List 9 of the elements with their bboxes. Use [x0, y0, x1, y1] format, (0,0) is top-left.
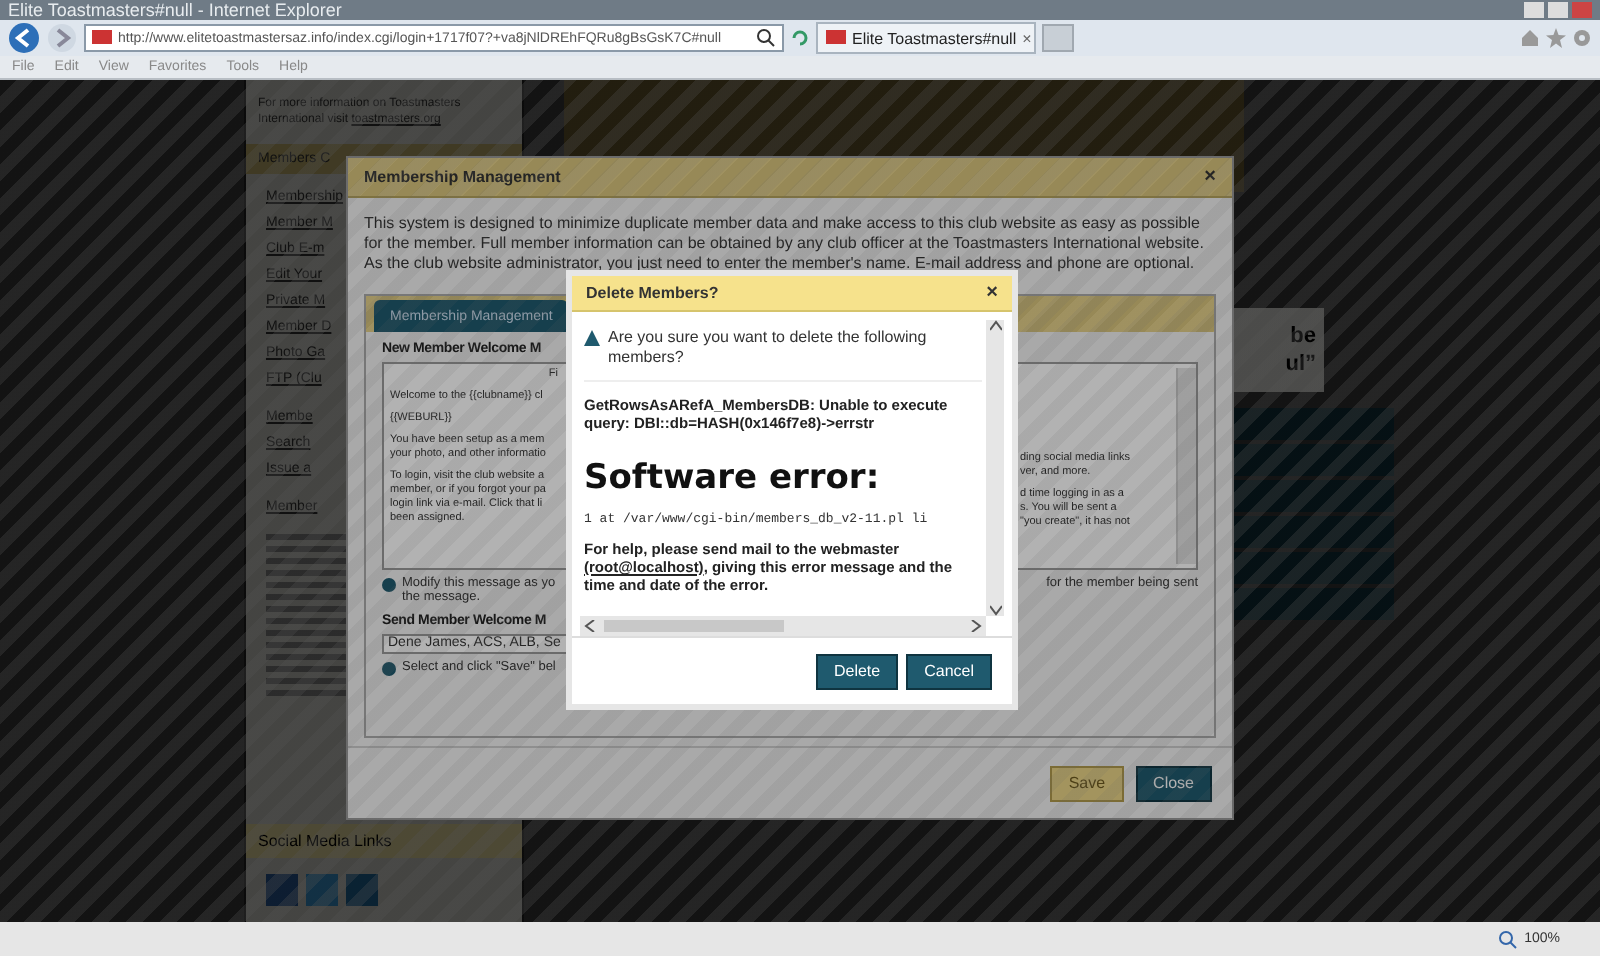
window-title: Elite Toastmasters#null - Internet Explorer	[8, 0, 342, 20]
intro-text: This system is designed to minimize duplicate member data and make access to this club website as easy as possible for the member. Full member information can be obtained by any club officer at the Toastmasters International website. As the club website administrator, you just need to enter the member's name. E-mail address and phone are optional.	[364, 214, 1206, 274]
section-heading: Social Media Links	[246, 824, 522, 858]
page-text: be	[1290, 324, 1316, 348]
error-heading: Software error:	[584, 458, 882, 498]
page-text: ul”	[1285, 352, 1316, 376]
question-text: Are you sure you want to delete the following members?	[608, 328, 929, 368]
dialog-title: Delete Members?	[586, 284, 719, 302]
dialog-title: Membership Management	[364, 168, 561, 186]
